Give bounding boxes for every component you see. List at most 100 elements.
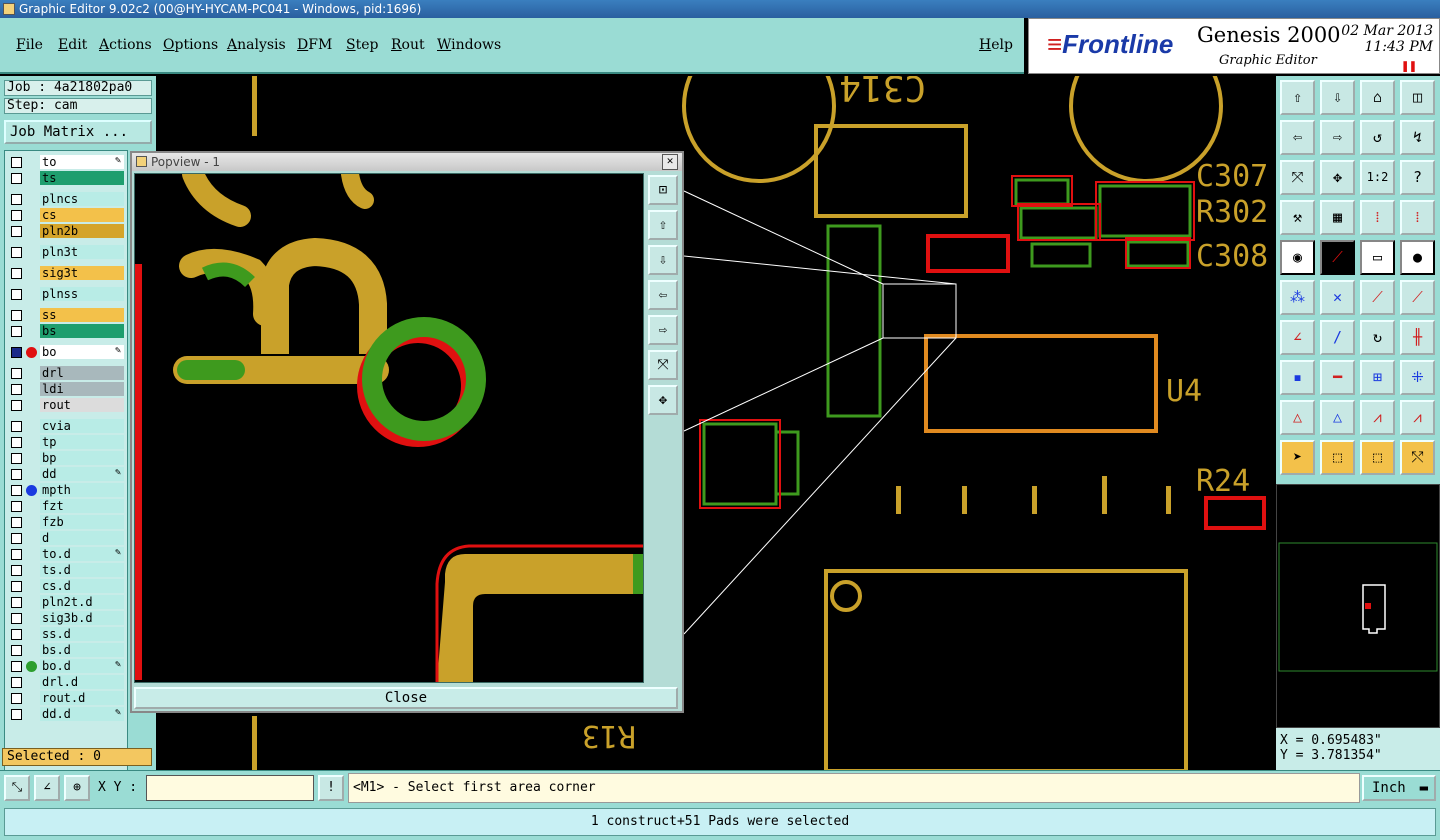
pad-icon[interactable]: ◉ — [1280, 240, 1315, 275]
triangle-icon[interactable]: △ — [1280, 400, 1315, 435]
ruler-icon[interactable]: ▭ — [1360, 240, 1395, 275]
zoom-fit-icon[interactable]: ⤧ — [1280, 160, 1315, 195]
layer-checkbox[interactable] — [11, 597, 22, 608]
line-icon[interactable]: ⟋ — [1320, 240, 1355, 275]
measure-icon[interactable]: ⊞ — [1360, 360, 1395, 395]
layer-row-dd-d[interactable]: dd.d ✎ — [5, 707, 129, 722]
split-line-icon[interactable]: ╫ — [1400, 320, 1435, 355]
layer-checkbox[interactable] — [11, 384, 22, 395]
add-line-icon[interactable]: ⟋ — [1360, 280, 1395, 315]
layer-checkbox[interactable] — [11, 693, 22, 704]
layer-row-ts[interactable]: ts — [5, 171, 129, 186]
layer-row-d[interactable]: d — [5, 531, 129, 546]
undo-view-icon[interactable]: ↺ — [1360, 120, 1395, 155]
snap-grid-icon[interactable]: ⊕ — [64, 775, 90, 801]
layer-row-drl-d[interactable]: drl.d — [5, 675, 129, 690]
layer-row-bp[interactable]: bp — [5, 451, 129, 466]
pointer-icon[interactable]: ➤ — [1280, 440, 1315, 475]
layer-checkbox[interactable] — [11, 247, 22, 258]
job-matrix-button[interactable]: Job Matrix ... — [4, 120, 152, 144]
layer-row-plncs[interactable]: plncs — [5, 192, 129, 207]
menu-options[interactable]: Options — [163, 37, 218, 53]
layer-checkbox[interactable] — [11, 194, 22, 205]
layer-row-cs[interactable]: cs — [5, 208, 129, 223]
pan-left-icon[interactable]: ⇦ — [648, 280, 678, 310]
split-view-icon[interactable]: ◫ — [1400, 80, 1435, 115]
layer-row-pln2b[interactable]: pln2b — [5, 224, 129, 239]
layer-checkbox[interactable] — [11, 326, 22, 337]
pan-down-icon[interactable]: ⇩ — [648, 245, 678, 275]
layer-row-mpth[interactable]: mpth — [5, 483, 129, 498]
layer-checkbox[interactable] — [11, 517, 22, 528]
arch-icon[interactable]: ⩘ — [1360, 400, 1395, 435]
zoom-in-icon[interactable]: ✥ — [1320, 160, 1355, 195]
select-net-icon[interactable]: ⤲ — [1400, 440, 1435, 475]
layer-row-bo-d[interactable]: bo.d ✎ — [5, 659, 129, 674]
menu-edit[interactable]: Edit — [58, 37, 87, 53]
cross-icon[interactable]: ✕ — [1320, 280, 1355, 315]
layer-colors-icon[interactable]: ⁞ — [1360, 200, 1395, 235]
layer-row-sig3b-d[interactable]: sig3b.d — [5, 611, 129, 626]
layer-colors-alt-icon[interactable]: ⁞ — [1400, 200, 1435, 235]
layer-row-to-d[interactable]: to.d ✎ — [5, 547, 129, 562]
layer-checkbox[interactable] — [11, 437, 22, 448]
layer-row-plnss[interactable]: plnss — [5, 287, 129, 302]
layer-row-dd[interactable]: dd ✎ — [5, 467, 129, 482]
xy-input[interactable] — [146, 775, 314, 801]
close-icon[interactable]: ✕ — [662, 154, 678, 170]
layer-checkbox[interactable] — [11, 581, 22, 592]
layer-checkbox[interactable] — [11, 173, 22, 184]
layer-row-to[interactable]: to ✎ — [5, 155, 129, 170]
layer-row-fzt[interactable]: fzt — [5, 499, 129, 514]
layer-row-ts-d[interactable]: ts.d — [5, 563, 129, 578]
zoom-in-icon[interactable]: ✥ — [648, 385, 678, 415]
cluster-icon[interactable]: ⁜ — [1400, 360, 1435, 395]
layer-checkbox[interactable] — [11, 210, 22, 221]
menu-analysis[interactable]: Analysis — [227, 37, 286, 53]
layer-checkbox[interactable] — [11, 469, 22, 480]
dot-select-icon[interactable]: ● — [1400, 240, 1435, 275]
menu-dfm[interactable]: DFM — [297, 37, 332, 53]
layer-row-sig3t[interactable]: sig3t — [5, 266, 129, 281]
layer-checkbox[interactable] — [11, 453, 22, 464]
layer-checkbox[interactable] — [11, 347, 22, 358]
overview-map[interactable] — [1276, 484, 1440, 728]
pause-icon[interactable]: ❚❚ — [1401, 59, 1417, 74]
help-icon[interactable]: ? — [1400, 160, 1435, 195]
layer-checkbox[interactable] — [11, 157, 22, 168]
triangle-blue-icon[interactable]: △ — [1320, 400, 1355, 435]
grid-icon[interactable]: ▦ — [1320, 200, 1355, 235]
home-icon[interactable]: ⌂ — [1360, 80, 1395, 115]
pan-down-icon[interactable]: ⇩ — [1320, 80, 1355, 115]
layer-checkbox[interactable] — [11, 289, 22, 300]
arch-alt-icon[interactable]: ⩘ — [1400, 400, 1435, 435]
layer-checkbox[interactable] — [11, 613, 22, 624]
layer-row-cs-d[interactable]: cs.d — [5, 579, 129, 594]
layer-checkbox[interactable] — [11, 501, 22, 512]
menu-file[interactable]: File — [16, 37, 43, 53]
angle-icon[interactable]: ∠ — [1280, 320, 1315, 355]
popview-close-button[interactable]: Close — [134, 687, 678, 709]
layer-row-fzb[interactable]: fzb — [5, 515, 129, 530]
pan-right-icon[interactable]: ⇨ — [1320, 120, 1355, 155]
layer-row-rout[interactable]: rout — [5, 398, 129, 413]
add-arc-icon[interactable]: ⟋ — [1400, 280, 1435, 315]
menu-step[interactable]: Step — [346, 37, 378, 53]
menu-actions[interactable]: Actions — [99, 37, 152, 53]
arc-icon[interactable]: ↻ — [1360, 320, 1395, 355]
layer-checkbox[interactable] — [11, 533, 22, 544]
pan-left-icon[interactable]: ⇦ — [1280, 120, 1315, 155]
pad-add-icon[interactable]: ▪ — [1280, 360, 1315, 395]
warning-icon[interactable]: ! — [318, 775, 344, 801]
menu-help[interactable]: Help — [979, 37, 1013, 53]
layer-checkbox[interactable] — [11, 226, 22, 237]
redraw-icon[interactable]: ↯ — [1400, 120, 1435, 155]
popview-canvas[interactable] — [134, 173, 644, 683]
snap-icon[interactable]: ⤡ — [4, 775, 30, 801]
menu-rout[interactable]: Rout — [391, 37, 425, 53]
tools-icon[interactable]: ⚒ — [1280, 200, 1315, 235]
popview-titlebar[interactable]: Popview - 1 — [132, 153, 682, 171]
layer-checkbox[interactable] — [11, 645, 22, 656]
select-cursor-icon[interactable]: ⬚ — [1360, 440, 1395, 475]
layer-row-ss[interactable]: ss — [5, 308, 129, 323]
